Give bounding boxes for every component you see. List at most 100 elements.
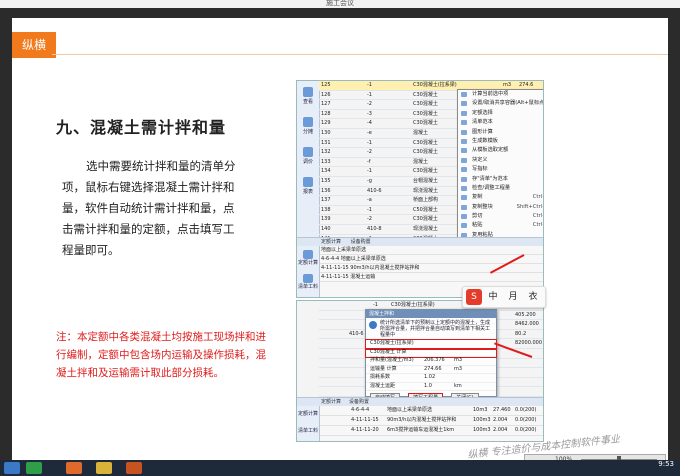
menu-item-label: 复制整块: [472, 203, 493, 210]
quota-row[interactable]: 4-11-11-15 90m3/h以内混凝土搅拌站拌和 100m3 2.004 0.0(…: [297, 416, 543, 426]
menu-item-icon: [461, 157, 467, 163]
menu-item-shortcut: Ctrl+C: [532, 194, 543, 201]
row-name: C30混凝土: [413, 139, 438, 146]
menu-item-label: 粘贴: [472, 222, 483, 229]
quota-calc-button[interactable]: 定额计算: [298, 250, 318, 266]
quota-line: 4-11-11-15 混凝土运输: [297, 273, 543, 282]
sidebar-button-label: 分摊: [302, 129, 313, 135]
context-menu-item[interactable]: 写指标: [458, 165, 543, 174]
quota-qty: 2.004: [493, 417, 508, 423]
row-number: 134: [321, 168, 331, 175]
row-number: 132: [321, 149, 331, 156]
quota-calc-button[interactable]: 定额计算: [297, 410, 319, 417]
row-name: C30混凝土(拉系梁): [413, 82, 457, 88]
context-menu-item[interactable]: 计算当前选中项: [458, 90, 543, 99]
row-number: 126: [321, 91, 331, 98]
context-menu-item[interactable]: 复制整块 Shift+Ctrl+C: [458, 203, 543, 212]
bill-materials-button[interactable]: 清单工料: [298, 274, 318, 290]
row-name: 现浇混凝土: [413, 225, 439, 232]
sidebar-button-label: 报表: [302, 189, 313, 195]
quota-code: 4-6-4-4: [351, 407, 370, 413]
menu-item-icon: [461, 101, 467, 107]
sidebar-button[interactable]: 调价: [299, 147, 317, 165]
context-menu-item[interactable]: 定额选择: [458, 109, 543, 118]
moon-icon[interactable]: 月: [505, 289, 521, 305]
menu-item-label: 图形计算: [472, 128, 493, 135]
window-title: 施工会议: [326, 0, 354, 7]
menu-item-label: 清单范本: [472, 119, 493, 126]
dialog-row[interactable]: C30混凝土 计算: [365, 347, 497, 358]
row-code: -1: [367, 139, 372, 146]
row-value: 82000.000: [515, 340, 543, 347]
dialog-row-unit: m3: [454, 365, 463, 372]
dialog-row[interactable]: 拌和量(混凝土/m3) 206.376 m3: [366, 357, 496, 366]
tool-icon: [303, 147, 313, 157]
folder-icon[interactable]: [96, 462, 112, 474]
ime-lang-button[interactable]: 中: [485, 289, 501, 305]
quota-tabs: 定额计算 设备购置: [297, 238, 543, 246]
dialog-row[interactable]: 损耗系数 1.02: [366, 374, 496, 383]
row-value: 274.6: [519, 82, 534, 88]
tool-icon: [303, 87, 313, 97]
sidebar-button[interactable]: 报表: [299, 177, 317, 195]
row-number: 133: [321, 158, 331, 165]
row-code: -2: [367, 149, 372, 156]
menu-item-icon: [461, 185, 467, 191]
menu-item-label: 存"清单"为范本: [472, 175, 508, 182]
sidebar-button[interactable]: 分摊: [299, 117, 317, 135]
menu-item-label: 定额选择: [472, 109, 493, 116]
quota-row[interactable]: 4-11-11-20 6m3搅拌运输车运混凝土1km 100m3 2.004 0.0(2…: [297, 426, 543, 436]
ime-logo-icon[interactable]: S: [466, 289, 482, 305]
dialog-row[interactable]: 运输量 计算 274.66 m3: [366, 365, 496, 374]
dialog-row-unit: m3: [454, 357, 463, 363]
row-number: 130: [321, 129, 331, 136]
tool-icon: [303, 177, 313, 187]
row-code: -1: [367, 91, 372, 98]
clock: 9:53: [658, 460, 674, 468]
menu-item-label: 块定义: [472, 156, 488, 163]
row-code: -f: [367, 158, 371, 165]
row-code: -2: [367, 101, 372, 108]
app-icon[interactable]: [26, 462, 42, 474]
tab-equipment[interactable]: 设备购置: [351, 239, 371, 245]
tab-quota-calc[interactable]: 定额计算: [321, 239, 341, 245]
row-code: -1: [367, 82, 372, 88]
shirt-icon[interactable]: 衣: [525, 289, 541, 305]
info-icon: [369, 321, 377, 329]
context-menu-item[interactable]: 存"清单"为范本: [458, 175, 543, 184]
row-name: 现浇混凝土: [413, 187, 439, 194]
menu-item-icon: [461, 110, 467, 116]
quota-code: 4-11-11-20: [351, 427, 379, 433]
row-code: -1: [367, 168, 372, 175]
powerpoint-icon[interactable]: [126, 462, 142, 474]
row-value: 405.200: [515, 311, 536, 318]
context-menu-item[interactable]: 图形计算: [458, 128, 543, 137]
quota-panel-2: 定额计算 设备购置 4-6-4-4 地面以上采梁单原选 10m3 27.460 0.0(20…: [297, 397, 543, 441]
quota-qty: 27.460: [493, 407, 511, 413]
row-name: C50混凝土: [413, 206, 438, 213]
context-menu-item[interactable]: 设置/取消共享容器(Alt+鼠标点击): [458, 99, 543, 108]
quota-row[interactable]: 4-6-4-4 地面以上采梁单原选 10m3 27.460 0.0(200): [297, 406, 543, 416]
bill-materials-button[interactable]: 清单工料: [297, 427, 319, 434]
context-menu-item[interactable]: 块定义: [458, 156, 543, 165]
context-menu-item[interactable]: 剪切 Ctrl+X: [458, 212, 543, 221]
app-icon[interactable]: [66, 462, 82, 474]
context-menu-item[interactable]: 粘贴 Ctrl+V: [458, 221, 543, 230]
quota-name: 6m3搅拌运输车运混凝土1km: [387, 427, 455, 433]
quota-price: 0.0(200): [515, 427, 537, 433]
context-menu-item[interactable]: 生成数模板: [458, 137, 543, 146]
sidebar-button[interactable]: 查看: [299, 87, 317, 105]
context-menu-item[interactable]: 清单范本: [458, 118, 543, 127]
start-icon[interactable]: [4, 462, 20, 474]
quota-unit: 100m3: [473, 417, 491, 423]
quota-tabs-2: 定额计算 设备购置: [297, 398, 543, 406]
dialog-row-name: 损耗系数: [370, 374, 391, 380]
context-menu-item[interactable]: 检查/调整工程量: [458, 184, 543, 193]
tab-equipment[interactable]: 设备购置: [349, 399, 369, 405]
menu-item-label: 写指标: [472, 166, 488, 173]
tab-quota-calc[interactable]: 定额计算: [321, 399, 341, 405]
context-menu-item[interactable]: 复制 Ctrl+C: [458, 193, 543, 202]
dialog-row[interactable]: C30混凝土(拉系梁): [365, 339, 497, 350]
menu-item-icon: [461, 148, 467, 154]
context-menu-item[interactable]: 从模板选取定额: [458, 146, 543, 155]
